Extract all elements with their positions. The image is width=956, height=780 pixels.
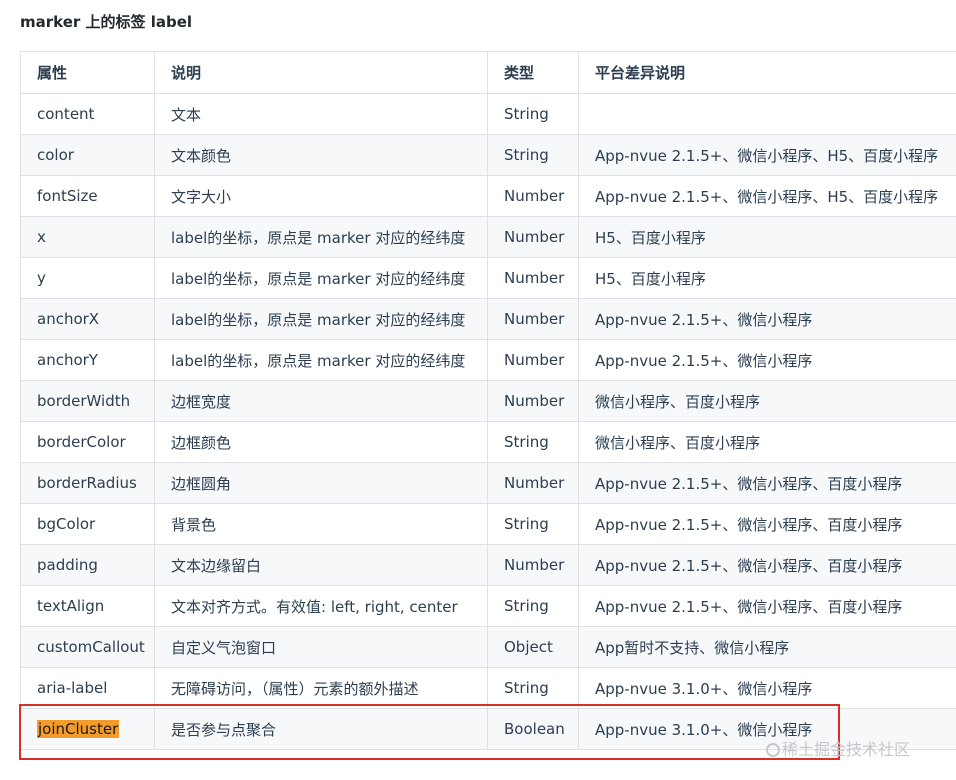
cell-description: 边框宽度 [154,380,488,422]
cell-platform-notes: App-nvue 2.1.5+、微信小程序、百度小程序 [578,462,956,504]
section-heading: marker 上的标签 label [20,13,193,31]
cell-attribute: joinCluster [20,708,155,750]
table-row: borderWidth 边框宽度 Number 微信小程序、百度小程序 [20,380,956,422]
table-row: borderColor 边框颜色 String 微信小程序、百度小程序 [20,421,956,463]
table-row: customCallout 自定义气泡窗口 Object App暂时不支持、微信小程序 [20,626,956,668]
cell-description: label的坐标，原点是 marker 对应的经纬度 [154,216,488,258]
header-type: 类型 [487,51,579,94]
table-row: fontSize 文字大小 Number App-nvue 2.1.5+、微信小程序、… [20,175,956,217]
cell-attribute: customCallout [20,626,155,668]
header-attribute: 属性 [20,51,155,94]
table-row: content 文本 String [20,93,956,135]
cell-type: Number [487,257,579,299]
cell-platform-notes: H5、百度小程序 [578,216,956,258]
watermark-text: 稀土掘金技术社区 [782,740,911,759]
cell-type: Number [487,380,579,422]
juejin-logo-icon [766,743,780,757]
table-row: textAlign 文本对齐方式。有效值: left, right, center… [20,585,956,627]
cell-type: String [487,667,579,709]
table-row: y label的坐标，原点是 marker 对应的经纬度 Number H5、百度小程… [20,257,956,299]
table-row: color 文本颜色 String App-nvue 2.1.5+、微信小程序、H5、… [20,134,956,176]
table-body: content 文本 String color 文本颜色 String App-nvue 2… [20,93,956,750]
cell-attribute: anchorY [20,339,155,381]
header-description: 说明 [154,51,488,94]
cell-description: 无障碍访问，（属性）元素的额外描述 [154,667,488,709]
cell-description: 边框颜色 [154,421,488,463]
cell-attribute: anchorX [20,298,155,340]
cell-type: Number [487,339,579,381]
cell-platform-notes: App-nvue 3.1.0+、微信小程序 [578,667,956,709]
cell-attribute: borderColor [20,421,155,463]
cell-attribute: padding [20,544,155,586]
highlighted-text: joinCluster [37,720,120,738]
cell-platform-notes: App-nvue 2.1.5+、微信小程序、H5、百度小程序 [578,134,956,176]
cell-description: label的坐标，原点是 marker 对应的经纬度 [154,339,488,381]
header-platform-notes: 平台差异说明 [578,51,956,94]
cell-platform-notes: 微信小程序、百度小程序 [578,380,956,422]
cell-type: Number [487,544,579,586]
table-header-row: 属性 说明 类型 平台差异说明 [20,51,956,94]
cell-type: Boolean [487,708,579,750]
cell-type: String [487,503,579,545]
cell-description: 文本边缘留白 [154,544,488,586]
cell-platform-notes: App-nvue 2.1.5+、微信小程序、百度小程序 [578,503,956,545]
cell-description: 自定义气泡窗口 [154,626,488,668]
table-row: anchorY label的坐标，原点是 marker 对应的经纬度 Number A… [20,339,956,381]
cell-platform-notes: 微信小程序、百度小程序 [578,421,956,463]
table-row: bgColor 背景色 String App-nvue 2.1.5+、微信小程序、百度… [20,503,956,545]
cell-attribute: bgColor [20,503,155,545]
cell-platform-notes [578,93,956,135]
table-row: x label的坐标，原点是 marker 对应的经纬度 Number H5、百度小程… [20,216,956,258]
cell-attribute: content [20,93,155,135]
cell-platform-notes: App-nvue 2.1.5+、微信小程序 [578,339,956,381]
cell-attribute: fontSize [20,175,155,217]
cell-attribute: textAlign [20,585,155,627]
cell-type: String [487,421,579,463]
cell-type: Number [487,462,579,504]
cell-attribute: color [20,134,155,176]
cell-type: String [487,134,579,176]
table-row: anchorX label的坐标，原点是 marker 对应的经纬度 Number A… [20,298,956,340]
cell-description: 文本对齐方式。有效值: left, right, center [154,585,488,627]
cell-type: Number [487,216,579,258]
cell-description: label的坐标，原点是 marker 对应的经纬度 [154,298,488,340]
cell-platform-notes: App-nvue 2.1.5+、微信小程序、百度小程序 [578,544,956,586]
cell-description: label的坐标，原点是 marker 对应的经纬度 [154,257,488,299]
cell-description: 文字大小 [154,175,488,217]
table-row: padding 文本边缘留白 Number App-nvue 2.1.5+、微信小程序… [20,544,956,586]
cell-attribute: borderWidth [20,380,155,422]
cell-type: Number [487,175,579,217]
watermark: 稀土掘金技术社区 [766,736,910,760]
cell-attribute: borderRadius [20,462,155,504]
properties-table: 属性 说明 类型 平台差异说明 content 文本 String color 文本颜色… [20,51,956,750]
cell-description: 文本 [154,93,488,135]
table-row: borderRadius 边框圆角 Number App-nvue 2.1.5+、微信… [20,462,956,504]
cell-type: String [487,585,579,627]
table-row: aria-label 无障碍访问，（属性）元素的额外描述 String App-nvu… [20,667,956,709]
cell-description: 是否参与点聚合 [154,708,488,750]
cell-description: 背景色 [154,503,488,545]
cell-platform-notes: H5、百度小程序 [578,257,956,299]
cell-description: 文本颜色 [154,134,488,176]
cell-platform-notes: App-nvue 2.1.5+、微信小程序、百度小程序 [578,585,956,627]
cell-attribute: x [20,216,155,258]
cell-attribute: aria-label [20,667,155,709]
cell-type: Number [487,298,579,340]
cell-platform-notes: App-nvue 2.1.5+、微信小程序、H5、百度小程序 [578,175,956,217]
cell-description: 边框圆角 [154,462,488,504]
cell-type: Object [487,626,579,668]
cell-type: String [487,93,579,135]
cell-platform-notes: App-nvue 2.1.5+、微信小程序 [578,298,956,340]
cell-platform-notes: App暂时不支持、微信小程序 [578,626,956,668]
cell-attribute: y [20,257,155,299]
